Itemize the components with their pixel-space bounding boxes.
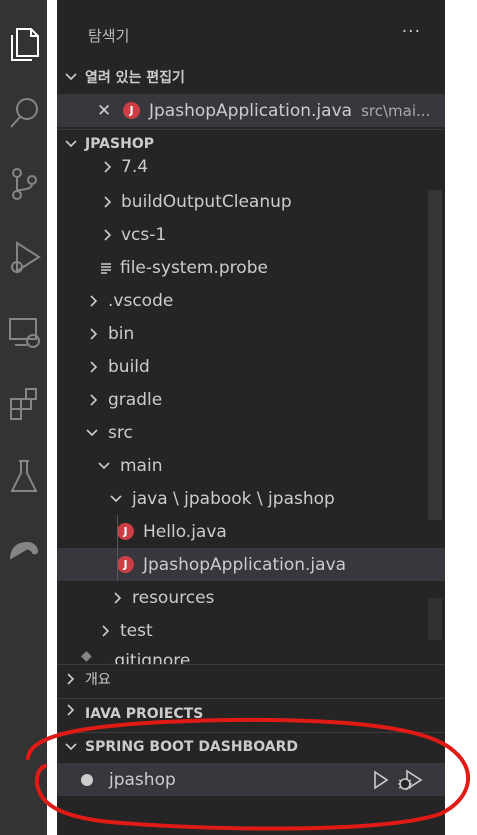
tree-item-gitignore[interactable]: ◆ .gitignore <box>57 648 445 664</box>
tree-item-build[interactable]: build <box>57 350 445 383</box>
gradle-icon[interactable] <box>0 524 47 572</box>
open-editor-path: src\mai... <box>361 101 431 120</box>
chevron-right-icon <box>97 624 115 638</box>
debug-icon[interactable] <box>397 769 423 796</box>
more-actions-icon[interactable]: ··· <box>402 22 421 42</box>
tree-item-label: file-system.probe <box>120 257 268 278</box>
project-title: JPASHOP <box>85 135 154 152</box>
indent-guide <box>117 515 118 581</box>
explorer-title: 탐색기 <box>88 27 130 45</box>
java-file-icon: J <box>123 102 140 119</box>
run-icon[interactable] <box>373 770 389 795</box>
tree-item-label: bin <box>108 323 135 344</box>
explorer-sidebar: 탐색기 ··· 열려 있는 편집기 ✕ J JpashopApplication… <box>57 0 445 835</box>
spring-boot-dashboard-header[interactable]: SPRING BOOT DASHBOARD <box>57 732 445 760</box>
source-control-icon[interactable] <box>0 160 47 208</box>
scrollbar-track[interactable] <box>428 598 442 640</box>
extensions-icon[interactable] <box>0 380 47 428</box>
tree-item-vscode[interactable]: .vscode <box>57 284 445 317</box>
tree-item-gradle[interactable]: gradle <box>57 383 445 416</box>
chevron-down-icon <box>57 742 85 752</box>
activity-bar <box>0 0 47 835</box>
tree-item-main[interactable]: main <box>57 449 445 482</box>
outline-header[interactable]: 개요 <box>57 664 445 692</box>
tree-item-label: buildOutputCleanup <box>121 191 292 212</box>
chevron-down-icon <box>83 428 101 438</box>
tree-item-label: JpashopApplication.java <box>143 554 347 575</box>
open-editors-title: 열려 있는 편집기 <box>85 70 185 86</box>
chevron-down-icon <box>107 494 125 504</box>
java-projects-header[interactable]: JAVA PROJECTS <box>57 698 445 718</box>
scrollbar-thumb[interactable] <box>428 190 442 520</box>
chevron-right-icon <box>57 672 85 686</box>
chevron-down-icon <box>57 72 85 82</box>
tree-item-buildoutputcleanup[interactable]: buildOutputCleanup <box>57 185 445 218</box>
close-icon[interactable]: ✕ <box>97 101 111 121</box>
java-file-icon: J <box>117 523 134 540</box>
remote-explorer-icon[interactable] <box>0 308 47 356</box>
search-icon[interactable] <box>0 90 47 138</box>
outline-title: 개요 <box>85 671 111 688</box>
tree-item-label: main <box>120 455 163 476</box>
tree-item-hello-java[interactable]: J Hello.java <box>57 515 445 548</box>
tree-item-resources[interactable]: resources <box>57 581 445 614</box>
chevron-right-icon <box>99 160 117 174</box>
tree-item-jpashopapplication-java[interactable]: J JpashopApplication.java <box>57 548 445 581</box>
chevron-right-icon <box>85 327 103 341</box>
tree-item-label: gradle <box>108 389 163 410</box>
tree-item-label: .gitignore <box>109 651 191 664</box>
testing-icon[interactable] <box>0 452 47 500</box>
text-file-icon <box>97 262 115 274</box>
spring-boot-app-item[interactable]: jpashop <box>57 763 445 796</box>
spring-boot-app-name: jpashop <box>109 769 176 790</box>
tree-item-file-system-probe[interactable]: file-system.probe <box>57 251 445 284</box>
spring-boot-dashboard-title: SPRING BOOT DASHBOARD <box>85 738 299 755</box>
tree-item-bin[interactable]: bin <box>57 317 445 350</box>
chevron-right-icon <box>85 393 103 407</box>
chevron-right-icon <box>109 591 127 605</box>
tree-item-label: java \ jpabook \ jpashop <box>132 488 335 509</box>
tree-item-label: src <box>108 422 133 443</box>
chevron-right-icon <box>99 195 117 209</box>
open-editor-name: JpashopApplication.java <box>149 100 353 121</box>
tree-item-label: vcs-1 <box>121 224 167 245</box>
explorer-header: 탐색기 ··· <box>57 14 445 54</box>
chevron-down-icon <box>57 139 85 149</box>
chevron-right-icon <box>99 228 117 242</box>
open-editor-item[interactable]: ✕ J JpashopApplication.java src\mai... <box>57 94 445 127</box>
chevron-right-icon <box>85 294 103 308</box>
tree-item-label: resources <box>132 587 215 608</box>
app-status-icon <box>81 773 93 786</box>
explorer-icon[interactable] <box>0 20 47 68</box>
tree-item-label: Hello.java <box>143 521 227 542</box>
tree-item-label: .vscode <box>108 290 174 311</box>
java-file-icon: J <box>117 556 134 573</box>
run-debug-icon[interactable] <box>0 232 47 280</box>
chevron-right-icon <box>57 703 85 717</box>
tree-item-src[interactable]: src <box>57 416 445 449</box>
open-editors-header[interactable]: 열려 있는 편집기 <box>57 63 445 91</box>
chevron-right-icon <box>85 360 103 374</box>
tree-item-label: 7.4 <box>121 157 149 177</box>
tree-item-7-4[interactable]: 7.4 <box>57 152 445 182</box>
tree-item-label: build <box>108 356 150 377</box>
chevron-down-icon <box>95 461 113 471</box>
java-projects-title: JAVA PROJECTS <box>85 706 204 718</box>
tree-item-java-package[interactable]: java \ jpabook \ jpashop <box>57 482 445 515</box>
tree-item-label: test <box>120 620 153 641</box>
tree-item-vcs-1[interactable]: vcs-1 <box>57 218 445 251</box>
tree-item-test[interactable]: test <box>57 614 445 647</box>
git-file-icon: ◆ <box>81 648 92 664</box>
